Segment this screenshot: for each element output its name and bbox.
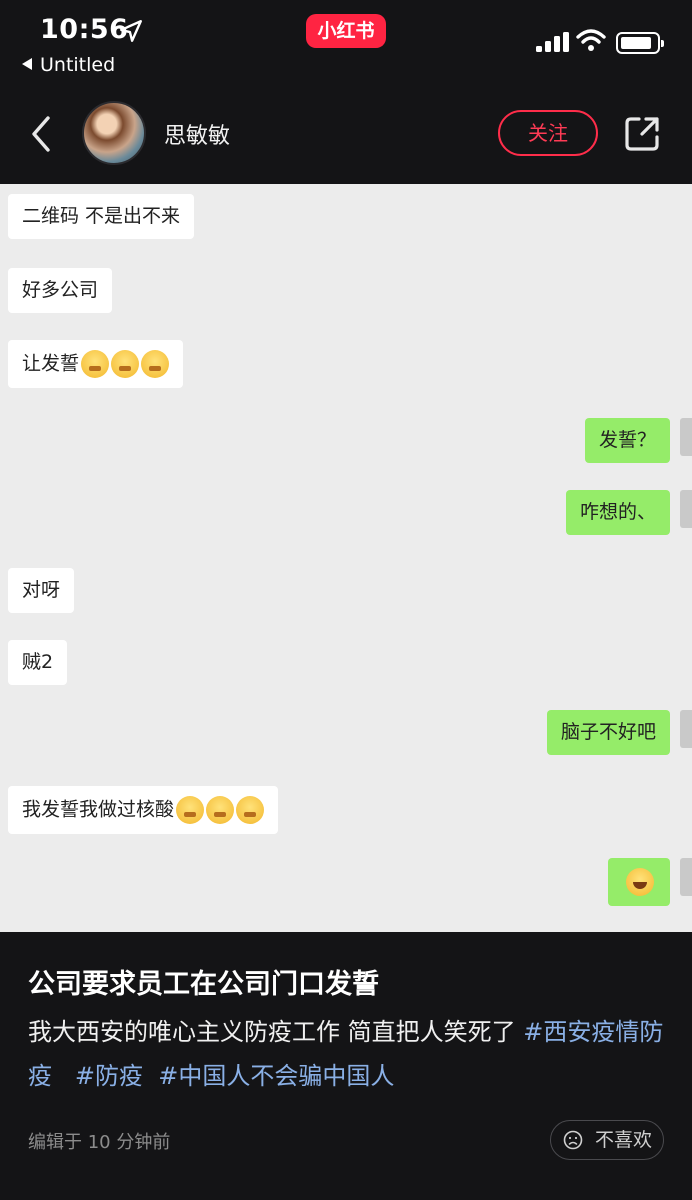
chat-text: 让发誓 <box>22 352 80 375</box>
grimace-emoji-icon <box>236 796 265 824</box>
grimace-emoji-icon <box>206 796 235 824</box>
chat-avatar-edge <box>680 858 692 896</box>
mask-face-emoji-icon <box>81 350 110 378</box>
back-to-app[interactable]: Untitled <box>22 54 115 76</box>
hashtag[interactable]: #防疫 <box>75 1062 143 1090</box>
author-avatar[interactable] <box>82 101 146 165</box>
description-text: 我大西安的唯心主义防疫工作 简直把人笑死了 <box>28 1018 524 1046</box>
battery-icon <box>616 32 664 54</box>
status-time: 10:56 <box>40 14 129 45</box>
edited-timestamp: 编辑于 10 分钟前 <box>28 1132 171 1153</box>
wifi-icon <box>576 29 606 51</box>
chat-bubble-left: 对呀 <box>8 568 75 613</box>
follow-button[interactable]: 关注 <box>498 110 598 156</box>
chat-bubble-right: 发誓？ <box>584 418 670 463</box>
app-brand-badge: 小红书 <box>306 14 386 48</box>
back-triangle-icon <box>22 58 32 70</box>
chat-bubble-right <box>608 858 670 906</box>
post-description: 我大西安的唯心主义防疫工作 简直把人笑死了 #西安疫情防疫 #防疫 #中国人不会… <box>28 1010 664 1098</box>
back-chevron-icon[interactable] <box>26 112 56 156</box>
grimace-emoji-icon <box>176 796 205 824</box>
mask-face-emoji-icon <box>141 350 170 378</box>
hashtag[interactable]: #中国人不会骗中国人 <box>158 1062 394 1090</box>
chat-bubble-left: 让发誓 <box>8 340 184 388</box>
back-app-label: Untitled <box>40 54 116 76</box>
dislike-label: 不喜欢 <box>595 1129 653 1151</box>
chat-bubble-left: 贼2 <box>8 640 68 685</box>
chat-avatar-edge <box>680 490 692 528</box>
location-arrow-icon <box>120 20 142 42</box>
dislike-button[interactable]: 不喜欢 <box>550 1120 664 1160</box>
post-title: 公司要求员工在公司门口发誓 <box>28 969 379 1000</box>
post-caption: 公司要求员工在公司门口发誓 我大西安的唯心主义防疫工作 简直把人笑死了 #西安疫… <box>0 932 692 1200</box>
chat-bubble-right: 脑子不好吧 <box>546 710 670 755</box>
cellular-signal-icon <box>536 32 569 52</box>
mask-face-emoji-icon <box>111 350 140 378</box>
dislike-face-icon <box>563 1130 583 1150</box>
post-header: 思敏敏 关注 <box>0 90 692 184</box>
chat-bubble-left: 我发誓我做过核酸 <box>8 786 279 834</box>
chat-bubble-right: 咋想的、 <box>565 490 670 535</box>
chat-bubble-left: 好多公司 <box>8 268 113 313</box>
chat-avatar-edge <box>680 710 692 748</box>
chat-text: 我发誓我做过核酸 <box>22 798 175 821</box>
chat-bubble-left: 二维码 不是出不来 <box>8 194 195 239</box>
share-icon[interactable] <box>622 114 662 154</box>
status-bar: 10:56 Untitled 小红书 <box>0 0 692 90</box>
laughing-emoji-icon <box>626 868 654 896</box>
chat-avatar-edge <box>680 418 692 456</box>
post-image-chat-screenshot[interactable]: 二维码 不是出不来 好多公司 让发誓 发誓？ 咋想的、 对呀 贼2 脑子不好吧 … <box>0 184 692 932</box>
author-name[interactable]: 思敏敏 <box>164 118 230 150</box>
